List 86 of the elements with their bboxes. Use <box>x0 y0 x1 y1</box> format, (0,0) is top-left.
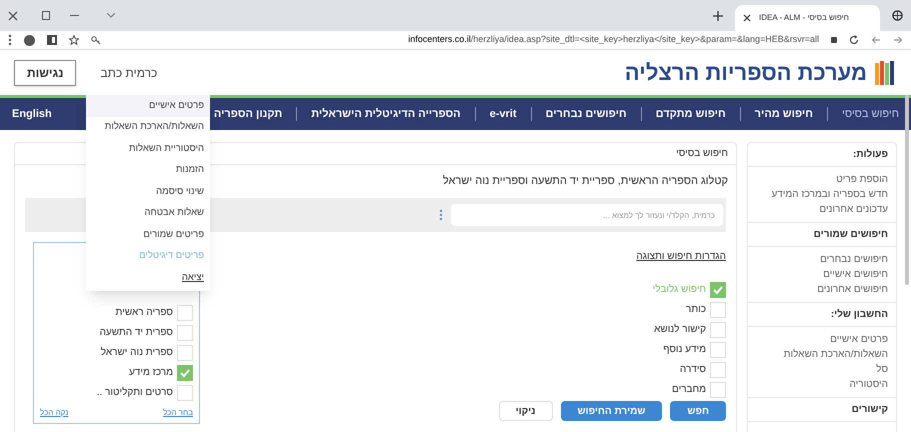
address-bar[interactable]: infocenters.co.il/herzliya/idea.asp?site_dtl=<site_key>herzliya</site_key>&param=&lang=HEB&rsvr=all <box>113 33 819 47</box>
sidebar-link[interactable]: חיפושים אישיים <box>756 267 888 282</box>
library-label: מרכז מידע <box>128 366 173 380</box>
option-label: סידרה <box>680 363 706 377</box>
logo-icon <box>875 60 897 84</box>
search-field[interactable]: כרמית, הקלד/י ונעזור לך למצוא ... <box>451 204 723 226</box>
plus-icon[interactable] <box>713 10 723 20</box>
option-label: מחברים <box>672 383 706 397</box>
close-icon[interactable] <box>8 10 18 20</box>
restore-window-icon[interactable] <box>42 11 50 20</box>
sidebar-link[interactable]: פרטים אישיים <box>756 332 888 347</box>
action-button[interactable]: חפש <box>670 401 726 421</box>
sidebar-heading: חיפושים שמורים <box>814 228 888 242</box>
sidebar-heading: החשבון שלי: <box>830 308 888 322</box>
menu-item[interactable]: שאלות אבטחה <box>86 202 210 224</box>
checkmark-icon <box>180 368 190 378</box>
panel-title: חיפוש בסיסי <box>676 147 728 161</box>
nav-tab[interactable]: English <box>12 106 52 122</box>
nav-tab[interactable]: חיפושים נבחרים <box>546 106 627 122</box>
sidebar-icon[interactable] <box>47 35 57 45</box>
sidebar-link[interactable]: סל <box>756 362 888 377</box>
checkbox[interactable] <box>177 325 193 341</box>
nav-tab[interactable]: e-vrit <box>490 106 517 122</box>
checkbox[interactable] <box>710 382 726 398</box>
browser-tab[interactable]: IDEA - ALM - חיפוש בסיסי <box>735 5 880 31</box>
checkbox[interactable] <box>710 302 726 318</box>
select-all-link[interactable]: בחר הכל <box>163 407 193 419</box>
profile-icon[interactable] <box>24 34 35 46</box>
globe-icon <box>892 10 903 21</box>
nav-tab[interactable]: חיפוש מהיר <box>754 106 813 122</box>
scrollbar[interactable] <box>905 95 909 285</box>
library-label: ספרית נוה ישראל <box>100 346 173 360</box>
option-label: מידע נוסף <box>663 343 706 357</box>
key-icon[interactable] <box>91 35 101 45</box>
checkbox[interactable] <box>177 305 193 321</box>
reload-icon[interactable] <box>849 35 859 45</box>
sidebar-link[interactable]: חיפושים נבחרים <box>756 252 888 267</box>
checkmark-icon <box>713 285 723 295</box>
menu-item[interactable]: פריטים שמורים <box>86 224 210 246</box>
menu-item[interactable]: פרטים אישיים <box>86 95 210 116</box>
sidebar-heading: קישורים <box>852 403 888 417</box>
menu-item[interactable]: היסטוריית השאלות <box>86 138 210 160</box>
sidebar-link[interactable]: חדש בספריה ובמרכז המידע <box>756 187 888 202</box>
checkbox[interactable] <box>710 322 726 338</box>
close-icon[interactable] <box>743 14 751 22</box>
option-label: כותר <box>686 303 706 317</box>
sidebar-link[interactable]: חיפושים אחרונים <box>756 282 888 297</box>
more-options-icon[interactable] <box>439 209 443 221</box>
star-icon[interactable] <box>69 35 79 45</box>
action-button[interactable]: שמירת החיפוש <box>560 401 662 421</box>
checkbox[interactable] <box>710 282 726 298</box>
nav-tab[interactable]: חיפוש בסיסי <box>842 106 899 122</box>
menu-item[interactable]: השאלות/הארכת השאלות <box>86 116 210 138</box>
checkbox[interactable] <box>177 385 193 401</box>
sidebar-link[interactable]: עדכונים אחרונים <box>756 202 888 217</box>
forward-icon[interactable] <box>893 35 903 45</box>
sidebar-link[interactable]: היסטוריה <box>756 377 888 392</box>
lock-icon <box>831 37 837 43</box>
chevron-down-icon[interactable] <box>107 13 115 18</box>
option-label: קישור לנושא <box>654 323 706 337</box>
option-label: חיפוש גלובלי <box>652 283 706 297</box>
settings-link[interactable]: הגדרות חיפוש ותצוגה <box>498 250 726 264</box>
menu-item[interactable]: שינוי סיסמה <box>86 181 210 202</box>
checkbox[interactable] <box>710 362 726 378</box>
sidebar-link[interactable]: הוספת פריט <box>756 172 888 187</box>
accessibility-button[interactable]: נגישות <box>14 60 76 86</box>
catalog-text: קטלוג הספריה הראשית, ספריית יד התשעה וספריית נוה ישראל <box>442 174 728 190</box>
user-name[interactable]: כרמית כתב <box>100 64 158 82</box>
clear-all-link[interactable]: נקה הכל <box>40 407 68 419</box>
library-label: ספריה ראשית <box>116 306 173 320</box>
menu-item[interactable]: הזמנות <box>86 160 210 181</box>
sidebar-link[interactable]: השאלות/הארכת השאלות <box>756 347 888 362</box>
nav-tab[interactable]: הספרייה הדיגיטלית הישראלית <box>311 106 461 122</box>
logo-text: מערכת הספריות הרצליה <box>624 59 867 87</box>
checkbox[interactable] <box>177 345 193 361</box>
more-icon[interactable] <box>8 34 12 46</box>
back-icon[interactable] <box>871 35 881 45</box>
checkbox[interactable] <box>710 342 726 358</box>
nav-tab[interactable]: תקנון הספריה <box>214 106 282 122</box>
library-label: ספרית יד התשעה <box>100 326 173 340</box>
action-button[interactable]: ניקוי <box>498 401 552 421</box>
library-label: סרטים ותקליטור .. <box>96 386 173 400</box>
checkbox[interactable] <box>177 365 193 381</box>
menu-item[interactable]: יציאה <box>86 267 210 288</box>
sidebar-heading: פעולות: <box>853 148 888 162</box>
nav-tab[interactable]: חיפוש מתקדם <box>656 106 726 122</box>
